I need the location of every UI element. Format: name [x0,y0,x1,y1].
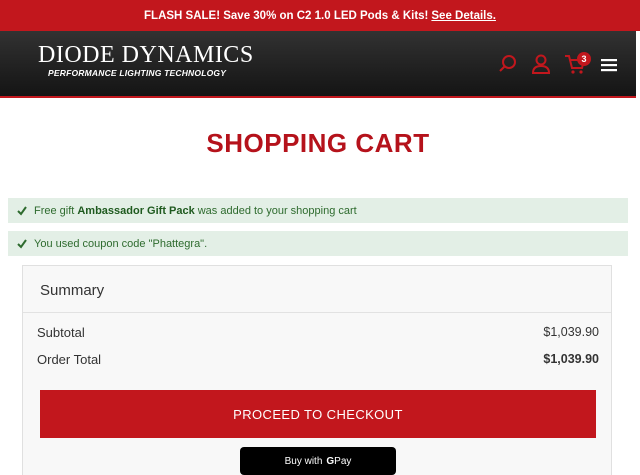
gpay-brand: Pay [334,455,352,467]
google-g-icon: G [326,455,335,467]
gpay-label: Buy with [284,455,323,467]
gift-message-prefix: Free gift [34,204,75,217]
proceed-to-checkout-button[interactable]: PROCEED TO CHECKOUT [40,390,596,438]
subtotal-value: $1,039.90 [543,325,599,339]
check-icon [17,238,27,249]
gift-message-suffix: was added to your shopping cart [197,204,357,217]
promo-text: FLASH SALE! Save 30% on C2 1.0 LED Pods … [144,9,429,22]
search-icon[interactable] [497,53,519,75]
coupon-message-text: You used coupon code "Phattegra". [34,237,208,250]
subtotal-label: Subtotal [37,325,85,340]
cart-count-badge: 3 [577,52,591,66]
check-icon [17,205,27,216]
order-total-value: $1,039.90 [543,352,599,366]
cart-summary: Summary Subtotal $1,039.90 Order Total $… [22,265,612,475]
coupon-message: You used coupon code "Phattegra". [8,231,628,256]
page-title: SHOPPING CART [206,128,430,158]
site-header: DIODE DYNAMICS PERFORMANCE LIGHTING TECH… [0,31,636,98]
menu-icon[interactable] [598,54,620,76]
account-icon[interactable] [530,53,552,75]
order-total-label: Order Total [37,352,102,367]
google-pay-button[interactable]: Buy with G Pay [240,447,396,475]
gift-message: Free gift Ambassador Gift Pack was added… [8,198,628,223]
logo-tagline: PERFORMANCE LIGHTING TECHNOLOGY [48,68,227,78]
logo[interactable]: DIODE DYNAMICS [38,43,254,67]
promo-banner: FLASH SALE! Save 30% on C2 1.0 LED Pods … [0,0,640,31]
gift-name: Ambassador Gift Pack [77,204,195,217]
summary-divider [23,312,611,313]
summary-title: Summary [40,282,105,299]
promo-details-link[interactable]: See Details. [431,10,496,22]
